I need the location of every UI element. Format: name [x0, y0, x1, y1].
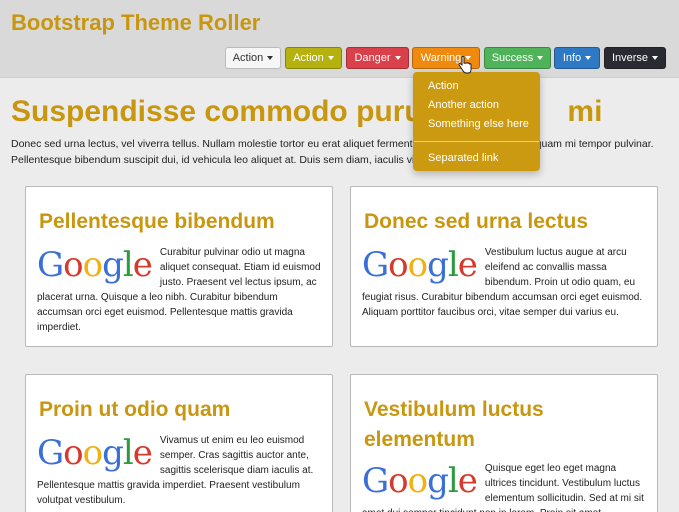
card-title: Vestibulum luctus elementum [364, 398, 544, 451]
google-logo: Google [37, 245, 153, 285]
caret-down-icon [394, 56, 401, 61]
caret-down-icon [537, 56, 544, 61]
google-logo: Google [362, 245, 478, 285]
card-title: Donec sed urna lectus [364, 210, 589, 233]
caret-down-icon [585, 56, 592, 61]
dropdown-item-action[interactable]: Action [428, 80, 459, 92]
card-body: Google Quisque eget leo eget magna ultri… [362, 461, 646, 512]
caret-down-icon [652, 56, 659, 61]
action-primary-button-label: Action [293, 52, 324, 64]
top-navbar: Bootstrap Theme Roller Action Action Dan… [0, 0, 679, 78]
hero-title-tail: mi [567, 95, 603, 128]
dropdown-item-separated-link[interactable]: Separated link [428, 152, 498, 164]
dropdown-item-something-else[interactable]: Something else here [428, 118, 529, 130]
google-logo: Google [362, 461, 478, 501]
card-title: Proin ut odio quam [39, 398, 231, 421]
danger-button-label: Danger [354, 52, 391, 64]
success-button[interactable]: Success [484, 47, 551, 69]
card-title: Pellentesque bibendum [39, 210, 275, 233]
action-primary-button[interactable]: Action [285, 47, 342, 69]
info-button-label: Info [562, 52, 582, 64]
google-logo: Google [37, 433, 153, 473]
info-button[interactable]: Info [554, 47, 600, 69]
warning-button-label: Warning [420, 52, 462, 64]
button-toolbar: Action Action Danger Warning Success Inf… [0, 47, 679, 69]
card-proin: Proin ut odio quam Google Vivamus ut eni… [25, 374, 333, 512]
card-body: Google Vestibulum luctus augue at arcu e… [362, 245, 646, 320]
caret-down-icon [327, 56, 334, 61]
action-default-button[interactable]: Action [225, 47, 281, 69]
inverse-button[interactable]: Inverse [604, 47, 666, 69]
inverse-button-label: Inverse [611, 52, 649, 64]
card-body: Google Curabitur pulvinar odio ut magna … [37, 245, 321, 335]
dropdown-item-another-action[interactable]: Another action [428, 99, 499, 111]
danger-button[interactable]: Danger [346, 47, 409, 69]
dropdown-divider [414, 141, 539, 142]
card-body: Google Vivamus ut enim eu leo euismod se… [37, 433, 321, 508]
action-default-button-label: Action [232, 52, 264, 64]
app-title: Bootstrap Theme Roller [11, 10, 261, 35]
card-vestibulum: Vestibulum luctus elementum Google Quisq… [350, 374, 658, 512]
card-pellentesque: Pellentesque bibendum Google Curabitur p… [25, 186, 333, 347]
caret-down-icon [267, 56, 274, 61]
hero-text: Donec sed urna lectus, vel viverra tellu… [11, 138, 654, 166]
hand-cursor-icon [458, 56, 472, 74]
hero-title-text: Suspendisse commodo purus [11, 95, 440, 128]
card-donec: Donec sed urna lectus Google Vestibulum … [350, 186, 658, 347]
warning-dropdown-menu: Action Another action Something else her… [413, 72, 540, 171]
success-button-label: Success [491, 52, 534, 64]
